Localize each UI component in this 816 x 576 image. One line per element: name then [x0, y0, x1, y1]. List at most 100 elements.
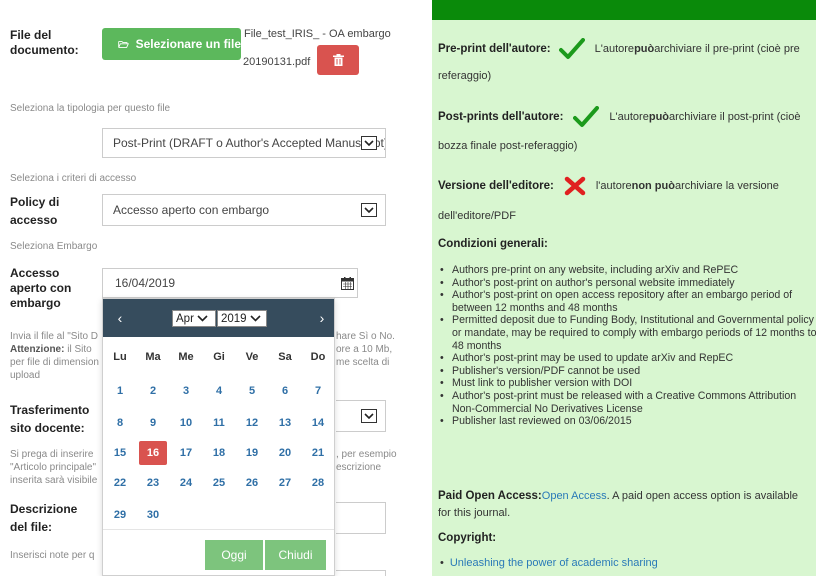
open-access-label: Accesso aperto con embargo	[10, 266, 72, 310]
calendar-day[interactable]: 19	[238, 441, 266, 465]
upload-hint-right: hare Sì o No. ore a 10 Mb, me scelta di	[336, 331, 395, 368]
postprint-row: Post-prints dell'autore: L'autore può arc…	[438, 106, 800, 128]
sherpa-romeo-panel: Pre-print dell'autore: L'autore può arch…	[432, 0, 816, 576]
chevron-down-icon	[361, 409, 377, 423]
weekday-label: Sa	[278, 351, 292, 363]
check-icon	[558, 38, 585, 59]
calendar-day[interactable]: 21	[304, 441, 332, 465]
calendar-day[interactable]: 1	[106, 379, 134, 403]
chevron-down-icon	[361, 136, 377, 150]
calendar-day[interactable]: 18	[205, 441, 233, 465]
calendar-day[interactable]: 11	[205, 411, 233, 435]
description-hint-right: , per esempio escrizione	[336, 449, 397, 473]
cross-icon	[564, 176, 586, 196]
paid-oa-row-2: for this journal.	[438, 507, 511, 519]
today-button[interactable]: Oggi	[205, 540, 263, 570]
conditions-list: Authors pre-print on any website, includ…	[440, 264, 816, 428]
access-policy-select[interactable]: Accesso aperto con embargo	[102, 194, 386, 226]
list-item: Author's post-print on author's personal…	[440, 277, 816, 290]
calendar-day[interactable]: 2	[139, 379, 167, 403]
select-file-button[interactable]: Selezionare un file	[102, 28, 241, 60]
weekday-label: Ve	[245, 351, 259, 363]
upload-hint: Invia il file al "Sito D Attenzione: il …	[10, 331, 99, 381]
prev-month-icon[interactable]: ‹	[112, 310, 128, 326]
transfer-label: Trasferimento sito docente:	[10, 403, 90, 435]
panel-top-bar	[432, 0, 816, 20]
paid-oa-row: Paid Open Access:Open Access. A paid ope…	[438, 490, 799, 502]
list-item: Author's post-print must be released wit…	[440, 390, 816, 415]
notes-hint: Inserisci note per q	[10, 550, 95, 561]
notes-input[interactable]	[336, 570, 386, 576]
weekday-label: Me	[178, 351, 194, 363]
type-hint: Seleziona la tipologia per questo file	[10, 103, 171, 114]
description-label: Descrizione del file:	[10, 502, 78, 534]
copyright-link[interactable]: Unleashing the power of academic sharing	[450, 557, 658, 569]
list-item: Author's post-print may be used to updat…	[440, 352, 816, 365]
copyright-item: • Unleashing the power of academic sharin…	[440, 557, 658, 569]
calendar-day[interactable]: 10	[172, 411, 200, 435]
calendar-day[interactable]: 15	[106, 441, 134, 465]
calendar-day[interactable]: 25	[205, 471, 233, 495]
next-month-icon[interactable]: ›	[314, 310, 330, 326]
calendar-day[interactable]: 17	[172, 441, 200, 465]
datepicker-header: ‹ Apr 2019 ›	[103, 299, 334, 337]
check-icon	[573, 106, 600, 127]
open-access-link[interactable]: Open Access	[542, 490, 607, 502]
list-item: Authors pre-print on any website, includ…	[440, 264, 816, 277]
file-name-ext: 20190131.pdf	[243, 56, 311, 68]
calendar-day[interactable]: 5	[238, 379, 266, 403]
calendar-day[interactable]: 22	[106, 471, 134, 495]
close-button[interactable]: Chiudi	[265, 540, 326, 570]
calendar-day[interactable]: 29	[106, 503, 134, 527]
calendar-day[interactable]: 3	[172, 379, 200, 403]
calendar-day[interactable]: 23	[139, 471, 167, 495]
postprint-text-2: bozza finale post-referaggio)	[438, 140, 578, 152]
calendar-day[interactable]: 9	[139, 411, 167, 435]
month-select[interactable]: Apr	[172, 310, 216, 327]
calendar-day[interactable]: 30	[139, 503, 167, 527]
list-item: Publisher last reviewed on 03/06/2015	[440, 415, 816, 428]
description-input[interactable]	[336, 502, 386, 534]
description-hint: Si prega di inserire "Articolo principal…	[10, 449, 98, 486]
list-item: Must link to publisher version with DOI	[440, 377, 816, 390]
calendar-day[interactable]: 8	[106, 411, 134, 435]
calendar-day[interactable]: 12	[238, 411, 266, 435]
calendar-day[interactable]: 24	[172, 471, 200, 495]
calendar-day[interactable]: 26	[238, 471, 266, 495]
publisher-text-2: dell'editore/PDF	[438, 210, 516, 222]
calendar-day[interactable]: 4	[205, 379, 233, 403]
list-item: Author's post-print on open access repos…	[440, 289, 816, 314]
datepicker-footer: Oggi Chiudi	[103, 529, 334, 575]
calendar-day[interactable]: 6	[271, 379, 299, 403]
list-item: Publisher's version/PDF cannot be used	[440, 365, 816, 378]
calendar-day[interactable]: 20	[271, 441, 299, 465]
calendar-button[interactable]	[335, 268, 359, 298]
calendar-day[interactable]: 14	[304, 411, 332, 435]
calendar-day[interactable]: 13	[271, 411, 299, 435]
policy-label: Policy di accesso	[10, 195, 60, 227]
calendar-day[interactable]: 7	[304, 379, 332, 403]
file-type-select[interactable]: Post-Print (DRAFT o Author's Accepted Ma…	[102, 128, 386, 158]
datepicker: ‹ Apr 2019 › Lu Ma Me Gi Ve Sa Do 123456…	[102, 298, 335, 576]
file-label: File del documento:	[10, 28, 79, 57]
weekday-label: Do	[310, 351, 326, 363]
file-name: File_test_IRIS_ - OA embargo	[244, 28, 391, 40]
calendar-day[interactable]: 28	[304, 471, 332, 495]
year-select[interactable]: 2019	[217, 310, 267, 327]
publisher-row: Versione dell'editore: l'autore non può …	[438, 176, 779, 196]
embargo-date-input[interactable]: 16/04/2019	[102, 268, 358, 298]
preprint-text-2: referaggio)	[438, 70, 492, 82]
weekday-label: Lu	[113, 351, 127, 363]
copyright-title: Copyright:	[438, 532, 497, 544]
calendar-day[interactable]: 27	[271, 471, 299, 495]
weekday-label: Gi	[213, 351, 225, 363]
list-item: Permitted deposit due to Funding Body, I…	[440, 314, 816, 352]
selected-day[interactable]: 16	[139, 441, 167, 465]
chevron-down-icon	[197, 315, 208, 322]
access-hint: Seleziona i criteri di accesso	[10, 173, 137, 184]
chevron-down-icon	[361, 203, 377, 217]
trash-icon	[332, 54, 344, 66]
transfer-select[interactable]	[336, 400, 386, 432]
chevron-down-icon	[250, 315, 261, 322]
delete-file-button[interactable]	[317, 45, 359, 75]
